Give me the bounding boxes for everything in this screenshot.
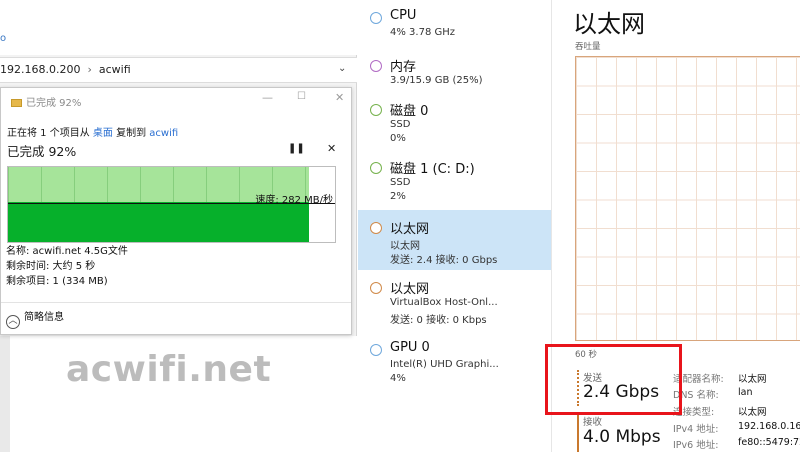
navigation-pane-edge [0, 336, 10, 452]
resource-detail: 4% 3.78 GHz [390, 27, 456, 38]
divider [1, 302, 351, 303]
resource-detail: VirtualBox Host-Onl... [390, 297, 498, 308]
copy-description-prefix: 正在将 1 个项目从 [7, 128, 93, 139]
resource-graph-icon [370, 344, 382, 356]
items-remaining: 剩余项目: 1 (334 MB) [6, 276, 108, 287]
less-info-button[interactable]: ︿ 简略信息 [6, 308, 64, 329]
address-path: 192.168.0.200 › acwifi [0, 63, 131, 76]
resource-graph-icon [370, 222, 382, 234]
chevron-down-icon[interactable]: ⌄ [338, 63, 346, 74]
copy-description: 正在将 1 个项目从 桌面 复制到 acwifi [7, 124, 178, 139]
chevron-up-icon: ︿ [6, 315, 20, 329]
resource-graph-icon [370, 282, 382, 294]
resource-detail: 以太网 [390, 241, 420, 252]
annotation-highlight-box [545, 344, 682, 415]
resource-item[interactable]: 以太网 以太网 发送: 2.4 接收: 0 Gbps [358, 210, 551, 270]
dialog-title-text: 已完成 92% [26, 98, 82, 109]
speed-graph: 速度: 282 MB/秒 [7, 166, 336, 243]
chevron-right-icon: › [87, 63, 92, 76]
progress-title: 已完成 92% [7, 144, 77, 159]
resource-detail: SSD [390, 177, 411, 188]
path-segment-folder[interactable]: acwifi [99, 63, 131, 76]
throughput-graph [575, 56, 800, 341]
source-link[interactable]: 桌面 [93, 128, 113, 139]
resource-graph-icon [370, 12, 382, 24]
time-remaining: 剩余时间: 大约 5 秒 [6, 261, 96, 272]
speed-label: 速度: 282 MB/秒 [255, 195, 333, 206]
resource-name: CPU [390, 8, 417, 23]
explorer-ribbon: o [0, 0, 357, 55]
resource-name: 磁盘 0 [390, 104, 429, 119]
address-bar[interactable]: 192.168.0.200 › acwifi ⌄ [0, 57, 357, 83]
resource-usage: 发送: 2.4 接收: 0 Gbps [390, 255, 498, 266]
speed-area [8, 202, 309, 242]
close-icon[interactable]: ✕ [335, 91, 344, 104]
receive-label: 接收 [583, 417, 603, 428]
resource-name: GPU 0 [390, 340, 430, 355]
watermark: acwifi.net [66, 349, 272, 390]
receive-legend-marker [577, 414, 579, 452]
throughput-label: 吞吐量 [575, 42, 601, 52]
ipv4-key: IPv4 地址: [673, 424, 719, 435]
resource-usage: 发送: 0 接收: 0 Kbps [390, 315, 487, 326]
resource-graph-icon [370, 104, 382, 116]
path-segment-host[interactable]: 192.168.0.200 [0, 63, 80, 76]
page-title: 以太网 [573, 10, 645, 38]
resource-item[interactable]: GPU 0 Intel(R) UHD Graphi... 4% [358, 332, 551, 392]
resource-list: CPU 4% 3.78 GHz 内存 3.9/15.9 GB (25%) 磁盘 0 SSD… [358, 0, 552, 452]
resource-item[interactable]: 以太网 VirtualBox Host-Onl... 发送: 0 接收: 0 Kbp… [358, 270, 551, 330]
ipv6-key: IPv6 地址: [673, 440, 719, 451]
destination-link[interactable]: acwifi [149, 128, 178, 139]
resource-graph-icon [370, 60, 382, 72]
maximize-icon[interactable]: ☐ [297, 91, 306, 102]
file-name-line: 名称: acwifi.net 4.5G文件 [6, 246, 128, 257]
ribbon-fragment: o [0, 33, 7, 44]
resource-detail: SSD [390, 119, 411, 130]
ipv4-value: 192.168.0.16 [738, 421, 800, 432]
resource-name: 内存 [390, 60, 417, 75]
cancel-button[interactable]: ✕ [327, 142, 336, 155]
copy-progress-dialog: 已完成 92% — ☐ ✕ 正在将 1 个项目从 桌面 复制到 acwifi 已… [0, 87, 352, 335]
dns-name-value: lan [738, 387, 753, 398]
resource-usage: 4% [390, 373, 406, 384]
resource-item[interactable]: 磁盘 0 SSD 0% [358, 92, 551, 152]
pause-button[interactable]: ❚❚ [288, 143, 305, 154]
minimize-icon[interactable]: — [262, 91, 273, 104]
ipv6-value: fe80::5479:72 [738, 437, 800, 448]
receive-value: 4.0 Mbps [583, 427, 661, 447]
resource-name: 以太网 [390, 222, 430, 237]
resource-graph-icon [370, 162, 382, 174]
resource-detail: Intel(R) UHD Graphi... [390, 359, 499, 370]
dialog-title: 已完成 92% [11, 94, 81, 109]
connection-type-value: 以太网 [738, 407, 767, 418]
resource-item[interactable]: 磁盘 1 (C: D:) SSD 2% [358, 150, 551, 210]
resource-usage: 0% [390, 133, 406, 144]
resource-name: 磁盘 1 (C: D:) [390, 162, 475, 177]
less-info-label: 简略信息 [24, 312, 64, 323]
resource-detail: 3.9/15.9 GB (25%) [390, 75, 483, 86]
resource-usage: 2% [390, 191, 406, 202]
folder-icon [11, 99, 22, 107]
copy-description-middle: 复制到 [112, 128, 150, 139]
resource-name: 以太网 [390, 282, 430, 297]
adapter-name-value: 以太网 [738, 374, 767, 385]
